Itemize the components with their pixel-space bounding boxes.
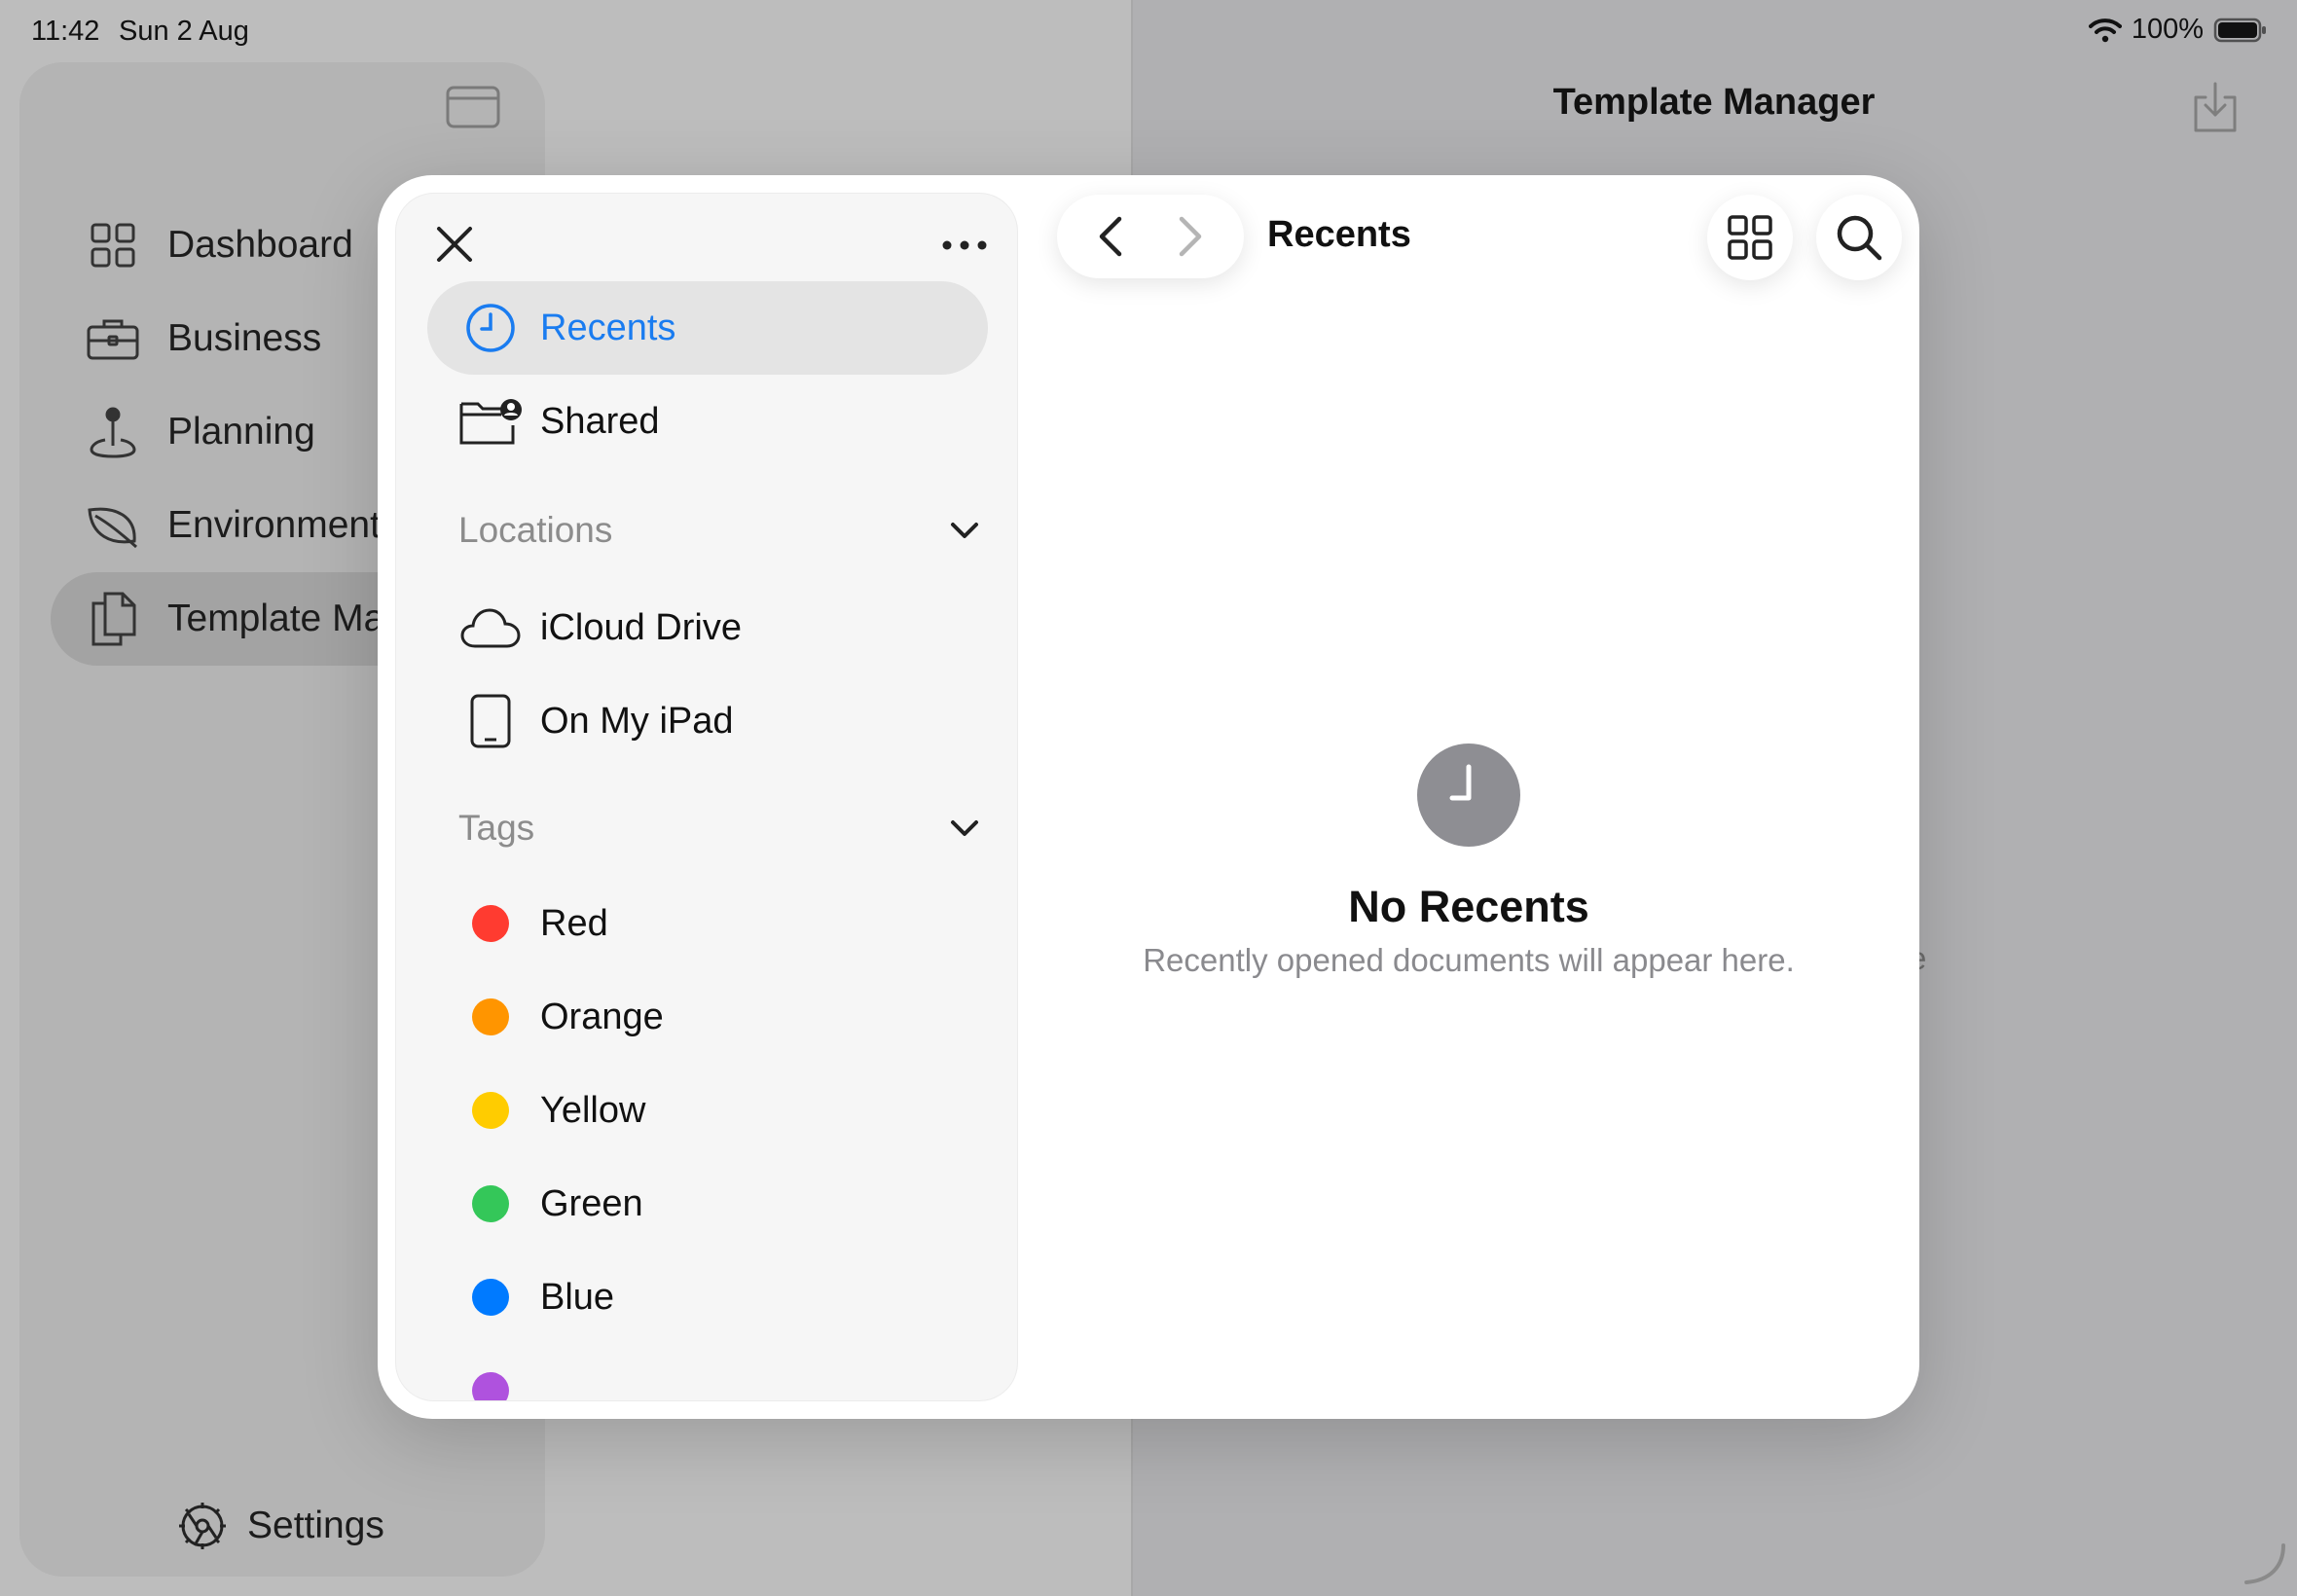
tag-item-blue[interactable]: Blue bbox=[427, 1251, 988, 1344]
tag-label: Yellow bbox=[540, 1089, 646, 1131]
tag-label: Green bbox=[540, 1182, 643, 1224]
section-tags-header[interactable]: Tags bbox=[458, 799, 984, 857]
tag-item-orange[interactable]: Orange bbox=[427, 970, 988, 1064]
status-bar: 11:42 Sun 2 Aug 100% bbox=[0, 0, 2297, 58]
grid-icon bbox=[1728, 215, 1772, 260]
sidebar-item-icloud-drive[interactable]: iCloud Drive bbox=[427, 581, 988, 674]
picker-sidebar: Recents Shared Locations iCloud Drive On… bbox=[395, 193, 1018, 1401]
back-forward-control bbox=[1057, 195, 1244, 278]
sidebar-item-label: Recents bbox=[540, 307, 676, 348]
status-date: Sun 2 Aug bbox=[119, 16, 249, 47]
tag-dot-icon bbox=[458, 1172, 523, 1236]
status-time: 11:42 bbox=[31, 16, 100, 47]
view-mode-button[interactable] bbox=[1707, 195, 1793, 280]
chevron-down-icon bbox=[951, 523, 978, 538]
settings-button[interactable]: Settings bbox=[175, 1499, 384, 1553]
page-title: Template Manager bbox=[1552, 82, 1876, 123]
share-icon[interactable] bbox=[2188, 80, 2242, 134]
briefcase-icon bbox=[86, 311, 140, 366]
tag-label: Red bbox=[540, 902, 608, 944]
empty-state-title: No Recents bbox=[1348, 882, 1589, 931]
nav-item-label: Planning bbox=[167, 411, 315, 453]
search-button[interactable] bbox=[1816, 195, 1902, 280]
leaf-icon bbox=[86, 498, 140, 553]
tag-item-red[interactable]: Red bbox=[427, 877, 988, 970]
sidebar-item-label: On My iPad bbox=[540, 700, 734, 742]
tag-dot-icon bbox=[458, 891, 523, 956]
section-locations-placeholder bbox=[458, 402, 984, 460]
status-indicators: 100% bbox=[2088, 14, 2268, 46]
battery-percent: 100% bbox=[2131, 14, 2204, 45]
battery-icon bbox=[2213, 18, 2266, 42]
grid-icon bbox=[86, 218, 140, 272]
tag-dot-icon bbox=[458, 1265, 523, 1329]
tag-dot-icon bbox=[458, 1359, 523, 1400]
tag-item-green[interactable]: Green bbox=[427, 1157, 988, 1251]
gear-icon bbox=[175, 1499, 230, 1553]
back-button[interactable] bbox=[1081, 207, 1140, 266]
clock-icon bbox=[1417, 744, 1520, 847]
nav-item-label: Environment bbox=[167, 504, 381, 546]
section-label: Tags bbox=[458, 808, 535, 848]
sidebar-item-on-my-ipad[interactable]: On My iPad bbox=[427, 674, 988, 768]
section-locations-header[interactable]: Locations bbox=[458, 501, 984, 560]
search-icon bbox=[1837, 215, 1882, 261]
more-button[interactable] bbox=[935, 221, 994, 270]
document-picker-modal: Recents Shared Locations iCloud Drive On… bbox=[378, 175, 1919, 1419]
chevron-down-icon bbox=[951, 820, 978, 836]
tag-dot-icon bbox=[458, 985, 523, 1049]
sidebar-item-label: iCloud Drive bbox=[540, 606, 742, 648]
tag-label: Orange bbox=[540, 996, 664, 1037]
section-label: Locations bbox=[458, 510, 613, 550]
chevron-right-icon bbox=[1179, 216, 1202, 257]
tag-item-partial[interactable] bbox=[427, 1344, 988, 1400]
documents-icon bbox=[86, 592, 140, 646]
close-button[interactable] bbox=[427, 217, 482, 272]
forward-button[interactable] bbox=[1161, 207, 1220, 266]
picker-title: Recents bbox=[1267, 214, 1411, 255]
tag-label: Blue bbox=[540, 1276, 615, 1318]
sidebar-item-recents[interactable]: Recents bbox=[427, 281, 988, 375]
nav-item-label: Business bbox=[167, 317, 322, 359]
resize-handle-icon[interactable] bbox=[2241, 1540, 2289, 1588]
clock-icon bbox=[458, 296, 523, 360]
sidebar-toggle-icon[interactable] bbox=[446, 86, 500, 128]
tag-dot-icon bbox=[458, 1078, 523, 1143]
nav-item-label: Dashboard bbox=[167, 224, 353, 266]
empty-state-subtitle: Recently opened documents will appear he… bbox=[1143, 942, 1795, 978]
more-icon bbox=[942, 240, 987, 250]
settings-label: Settings bbox=[247, 1505, 384, 1546]
ipad-icon bbox=[458, 689, 523, 753]
tag-item-yellow[interactable]: Yellow bbox=[427, 1064, 988, 1157]
chevron-left-icon bbox=[1099, 216, 1122, 257]
cloud-icon bbox=[458, 596, 523, 660]
close-icon bbox=[437, 227, 472, 262]
nav-item-label: Template Ma bbox=[167, 598, 385, 639]
map-pin-icon bbox=[86, 405, 140, 459]
wifi-icon bbox=[2088, 18, 2122, 42]
